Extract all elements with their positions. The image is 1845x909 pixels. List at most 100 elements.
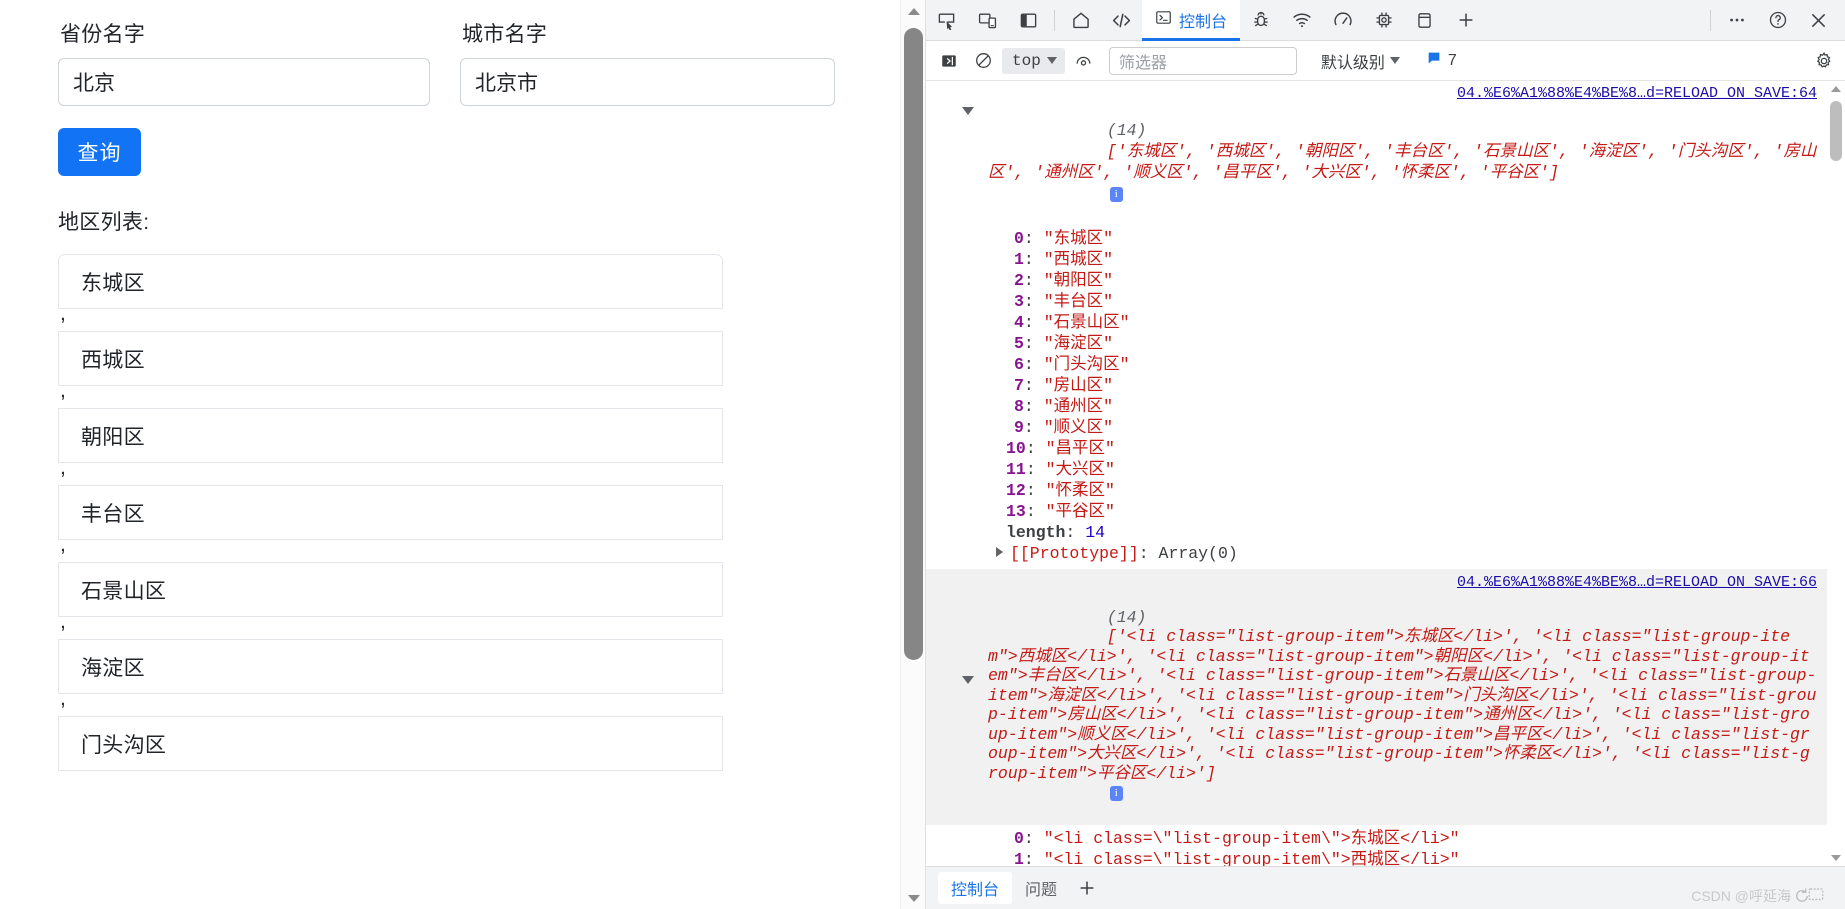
expand-toggle-icon[interactable]: [996, 547, 1003, 557]
array-item-row[interactable]: 0: "东城区": [926, 228, 1827, 249]
list-item-wrap: , 西城区: [58, 302, 723, 387]
array-item-row[interactable]: 4: "石景山区": [926, 312, 1827, 333]
array-item-row[interactable]: 1: "<li class=\"list-group-item\">西城区</l…: [926, 849, 1827, 866]
toggle-sidebar-icon[interactable]: [1008, 0, 1049, 41]
array-value: "<li class=\"list-group-item\">东城区</li>": [1043, 829, 1460, 848]
array-item-row[interactable]: 10: "昌平区": [926, 438, 1827, 459]
drawer-add-tab-icon[interactable]: [1070, 871, 1104, 905]
scroll-up-arrow-icon[interactable]: [901, 0, 925, 22]
array-item-row[interactable]: 12: "怀柔区": [926, 480, 1827, 501]
region-list: 东城区 , 西城区 , 朝阳区 , 丰台区 , 石景山区 , 海淀区 , 门头沟…: [58, 254, 723, 772]
list-item-wrap: 东城区: [58, 254, 723, 310]
info-badge-icon[interactable]: i: [1109, 187, 1123, 202]
query-form: 省份名字 北京 城市名字 北京市: [58, 22, 867, 107]
console-scrollbar[interactable]: [1827, 81, 1845, 866]
more-options-icon[interactable]: [1716, 0, 1757, 41]
array-item-row[interactable]: 2: "朝阳区": [926, 270, 1827, 291]
application-storage-icon[interactable]: [1404, 0, 1445, 41]
message-count[interactable]: 7: [1426, 50, 1457, 71]
console-entry: 04.%E6%A1%88%E4%BE%8…d=RELOAD_ON_SAVE:64…: [926, 81, 1827, 570]
list-item[interactable]: 西城区: [58, 331, 723, 387]
page-scrollbar[interactable]: [900, 0, 925, 909]
prototype-row[interactable]: [[Prototype]]: Array(0): [926, 543, 1827, 569]
tab-console[interactable]: 控制台: [1142, 0, 1241, 41]
city-field-group: 城市名字 北京市: [460, 22, 835, 107]
array-item-row[interactable]: 8: "通州区": [926, 396, 1827, 417]
scroll-up-arrow-icon[interactable]: [1827, 81, 1845, 97]
log-level-select[interactable]: 默认级别: [1321, 49, 1400, 73]
province-field-group: 省份名字 北京: [58, 22, 430, 107]
clear-console-icon[interactable]: [968, 46, 998, 76]
list-separator: ,: [60, 302, 66, 326]
array-item-row[interactable]: 1: "西城区": [926, 249, 1827, 270]
console-settings-gear-icon[interactable]: [1809, 46, 1839, 76]
list-item[interactable]: 海淀区: [58, 639, 723, 695]
array-item-row[interactable]: 11: "大兴区": [926, 459, 1827, 480]
live-expression-eye-icon[interactable]: [1069, 46, 1099, 76]
page-scrollbar-thumb[interactable]: [904, 28, 923, 660]
array-value: "石景山区": [1043, 313, 1130, 332]
array-value: "房山区": [1043, 376, 1114, 395]
performance-icon[interactable]: [1322, 0, 1363, 41]
scroll-down-arrow-icon[interactable]: [901, 887, 925, 909]
memory-chip-icon[interactable]: [1363, 0, 1404, 41]
array-item-row[interactable]: 6: "门头沟区": [926, 354, 1827, 375]
console-source-link[interactable]: 04.%E6%A1%88%E4%BE%8…d=RELOAD_ON_SAVE:66: [1457, 572, 1817, 593]
console-source-link[interactable]: 04.%E6%A1%88%E4%BE%8…d=RELOAD_ON_SAVE:64: [1457, 83, 1817, 104]
console-scrollbar-thumb[interactable]: [1830, 101, 1842, 161]
tabbar-divider-right: [1710, 9, 1711, 31]
query-button[interactable]: 查询: [58, 128, 141, 177]
array-index: 1: [1014, 850, 1024, 866]
list-item[interactable]: 东城区: [58, 254, 723, 310]
array-item-row[interactable]: 7: "房山区": [926, 375, 1827, 396]
city-label: 城市名字: [462, 23, 548, 46]
array-index: 0: [1014, 829, 1024, 848]
array-item-row[interactable]: 13: "平谷区": [926, 501, 1827, 522]
info-badge-icon[interactable]: i: [1109, 786, 1123, 801]
elements-icon[interactable]: [1101, 0, 1142, 41]
region-list-title: 地区列表:: [58, 211, 150, 235]
list-item[interactable]: 石景山区: [58, 562, 723, 618]
expand-toggle-icon[interactable]: [962, 107, 976, 121]
list-item-wrap: , 石景山区: [58, 534, 723, 618]
province-input[interactable]: 北京: [58, 58, 430, 107]
expand-toggle-icon[interactable]: [962, 676, 976, 690]
scroll-down-arrow-icon[interactable]: [1827, 850, 1845, 866]
sources-bug-icon[interactable]: [1240, 0, 1281, 41]
list-item[interactable]: 丰台区: [58, 485, 723, 541]
array-index: 3: [1014, 292, 1024, 311]
list-item[interactable]: 朝阳区: [58, 408, 723, 464]
list-item[interactable]: 门头沟区: [58, 716, 723, 772]
console-filter-input[interactable]: 筛选器: [1108, 46, 1297, 75]
length-key: length: [1006, 523, 1066, 542]
length-value: 14: [1085, 523, 1106, 542]
city-input[interactable]: 北京市: [460, 58, 835, 107]
console-output[interactable]: 04.%E6%A1%88%E4%BE%8…d=RELOAD_ON_SAVE:64…: [926, 81, 1845, 866]
network-icon[interactable]: [1281, 0, 1322, 41]
devtools-panel: 控制台 top 筛选器 默认级别 7 04.%E6%A1%88%E4%BE%8……: [925, 0, 1845, 909]
watermark-text: CSDN @呼延海: [1691, 888, 1791, 904]
device-toolbar-icon[interactable]: [967, 0, 1008, 41]
list-separator: ,: [60, 456, 66, 480]
drawer-tab-console[interactable]: 控制台: [938, 872, 1013, 904]
help-icon[interactable]: [1757, 0, 1798, 41]
tab-console-label: 控制台: [1179, 14, 1228, 31]
prototype-value: Array(0): [1158, 544, 1238, 563]
log-level-label: 默认级别: [1320, 54, 1385, 72]
inspect-element-icon[interactable]: [926, 0, 967, 41]
array-item-row[interactable]: 0: "<li class=\"list-group-item\">东城区</l…: [926, 825, 1827, 849]
array-index: 0: [1014, 229, 1024, 248]
console-icon: [1155, 9, 1172, 31]
array-index: 6: [1014, 355, 1024, 374]
array-item-row[interactable]: 3: "丰台区": [926, 291, 1827, 312]
console-sidebar-toggle-icon[interactable]: [934, 46, 964, 76]
more-tabs-plus-icon[interactable]: [1445, 0, 1486, 41]
close-devtools-icon[interactable]: [1798, 0, 1839, 41]
home-icon[interactable]: [1060, 0, 1101, 41]
drawer-tab-issues[interactable]: 问题: [1012, 872, 1070, 904]
array-item-row[interactable]: 5: "海淀区": [926, 333, 1827, 354]
array-item-row[interactable]: 9: "顺义区": [926, 417, 1827, 438]
list-item-wrap: , 海淀区: [58, 611, 723, 695]
array-index: 1: [1014, 250, 1024, 269]
execution-context-select[interactable]: top: [1002, 47, 1065, 74]
